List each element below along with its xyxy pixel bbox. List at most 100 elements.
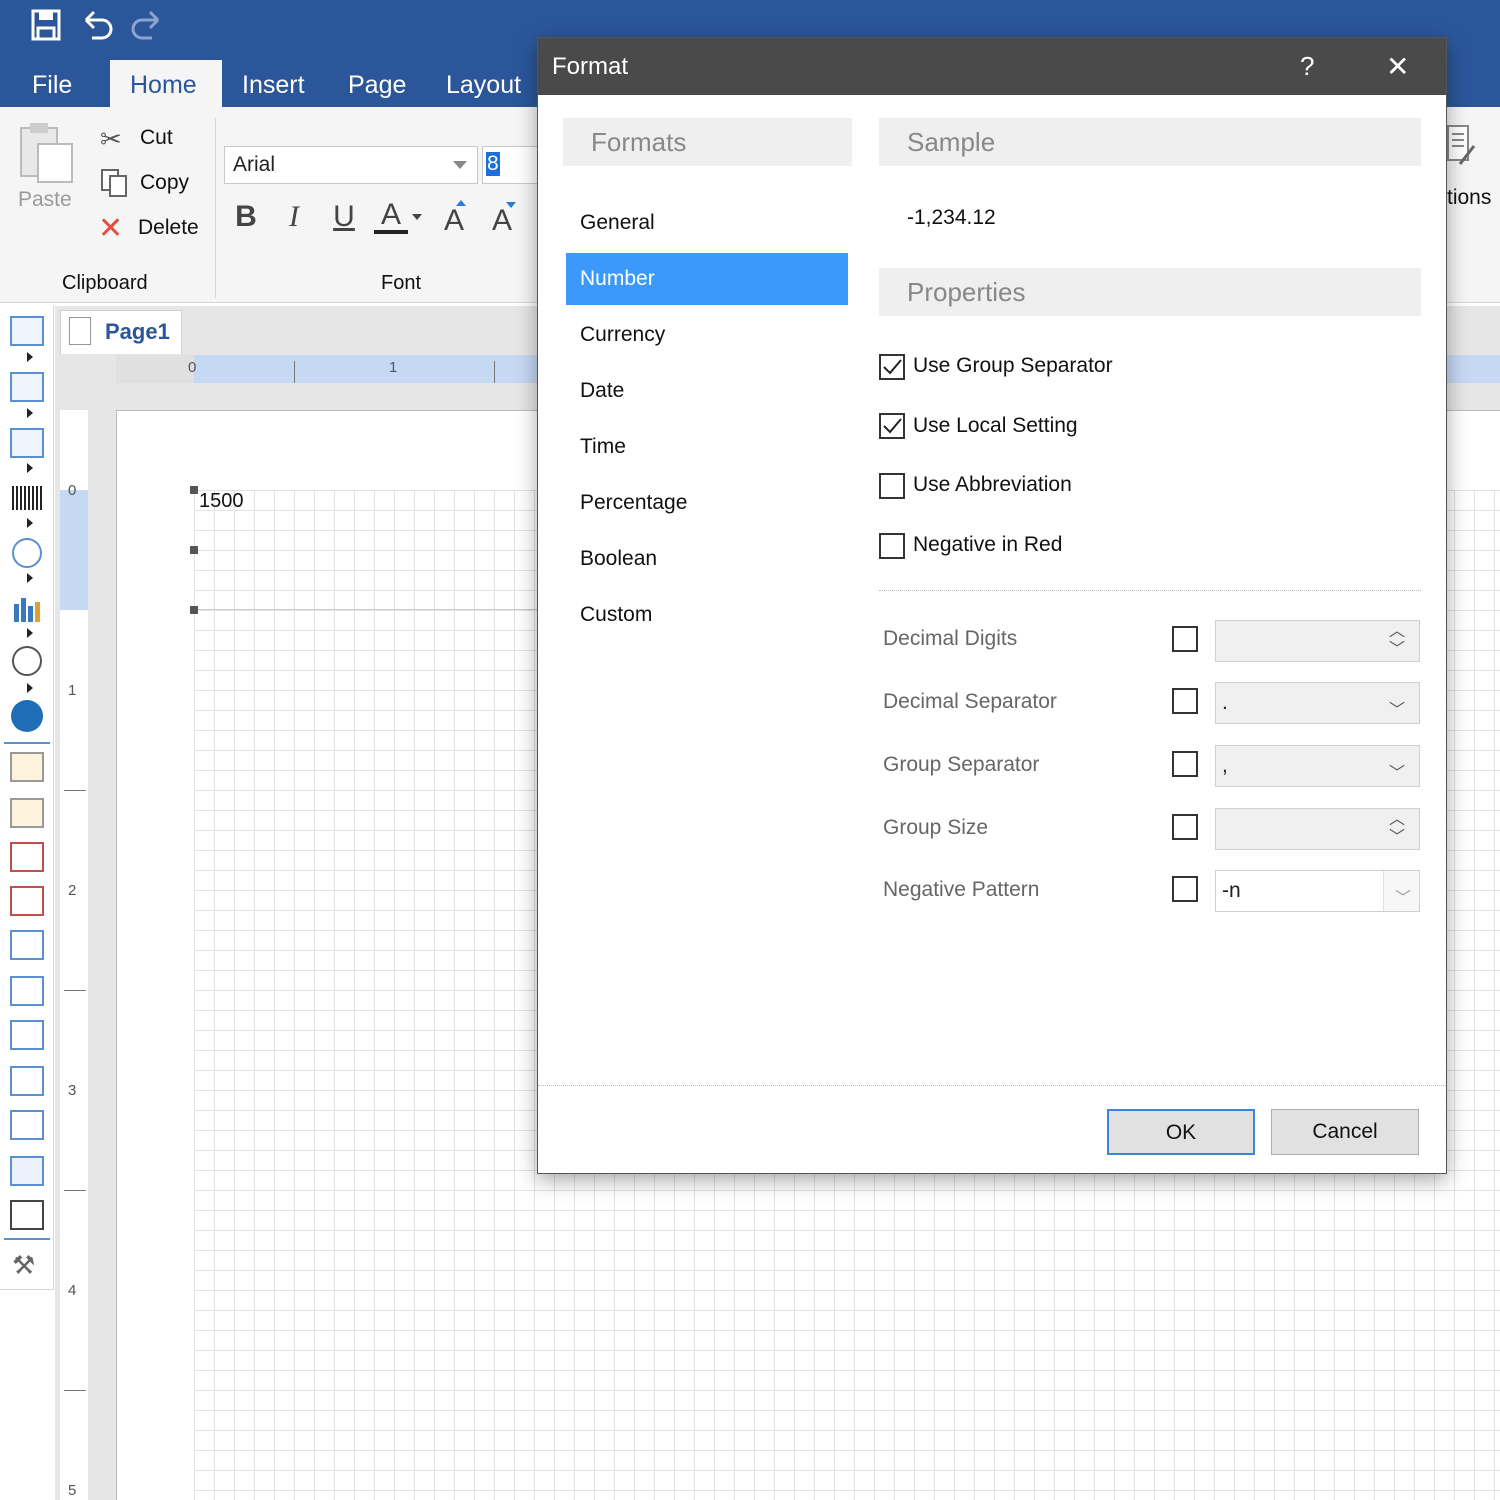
cancel-button[interactable]: Cancel — [1271, 1109, 1419, 1155]
shrink-font-button[interactable]: A — [482, 204, 522, 238]
format-item-date[interactable]: Date — [566, 365, 848, 417]
undo-icon[interactable] — [78, 6, 118, 46]
decimal-separator-dropdown[interactable]: . ﹀ — [1215, 682, 1420, 724]
tool-table-icon[interactable] — [10, 372, 44, 402]
format-item-currency[interactable]: Currency — [566, 309, 848, 361]
group-size-checkbox[interactable] — [1172, 814, 1198, 840]
paste-icon[interactable] — [16, 120, 76, 190]
copy-button[interactable]: Copy — [140, 171, 189, 195]
resize-handle[interactable] — [190, 486, 198, 494]
bold-button[interactable]: B — [226, 200, 266, 234]
group-separator-checkbox[interactable] — [1172, 751, 1198, 777]
tab-page[interactable]: Page — [328, 60, 426, 108]
use-abbreviation-checkbox[interactable] — [879, 473, 905, 499]
format-item-general[interactable]: General — [566, 197, 848, 249]
use-group-separator-checkbox[interactable] — [879, 354, 905, 380]
expand-arrow-icon[interactable] — [27, 463, 33, 473]
spin-up-icon[interactable]: ︿ — [1389, 623, 1405, 641]
negative-pattern-dropdown[interactable]: -n ﹀ — [1215, 870, 1420, 912]
tool-page-header-icon[interactable] — [10, 752, 44, 782]
tab-insert[interactable]: Insert — [222, 60, 325, 108]
tool-subreport-icon[interactable] — [10, 1200, 44, 1230]
options-button[interactable]: tions — [1447, 186, 1491, 210]
font-color-button[interactable]: A — [374, 198, 408, 234]
decimal-digits-checkbox[interactable] — [1172, 626, 1198, 652]
ruler-tick: 2 — [68, 882, 77, 899]
decimal-digits-spinner[interactable]: ︿ ﹀ — [1215, 620, 1420, 662]
tool-band-header-icon[interactable] — [10, 930, 44, 960]
font-size-input[interactable]: 8 — [482, 146, 538, 184]
chevron-down-icon — [412, 214, 422, 220]
tab-file[interactable]: File — [12, 60, 92, 108]
format-item-time[interactable]: Time — [566, 421, 848, 473]
resize-handle[interactable] — [190, 546, 198, 554]
tools-icon[interactable]: ⚒ — [12, 1250, 42, 1280]
tool-barcode-icon[interactable] — [12, 486, 42, 510]
cut-button[interactable]: Cut — [140, 126, 173, 150]
group-separator-dropdown[interactable]: , ﹀ — [1215, 745, 1420, 787]
format-item-number[interactable]: Number — [566, 253, 848, 305]
paste-button[interactable]: Paste — [18, 188, 72, 212]
spin-down-icon[interactable]: ﹀ — [1389, 829, 1405, 847]
tool-image-icon[interactable] — [10, 1156, 44, 1186]
expand-arrow-icon[interactable] — [27, 408, 33, 418]
page-tab[interactable]: Page1 — [60, 310, 182, 354]
format-item-boolean[interactable]: Boolean — [566, 533, 848, 585]
textbox-control[interactable]: 1500 — [194, 490, 554, 610]
expand-arrow-icon[interactable] — [27, 518, 33, 528]
negative-in-red-checkbox[interactable] — [879, 533, 905, 559]
expand-arrow-icon[interactable] — [27, 352, 33, 362]
format-item-percentage[interactable]: Percentage — [566, 477, 848, 529]
tool-page-footer-icon[interactable] — [10, 798, 44, 828]
ruler-tick: 1 — [389, 359, 398, 376]
group-size-spinner[interactable]: ︿ ﹀ — [1215, 808, 1420, 850]
toolbox-divider — [4, 742, 50, 744]
tool-chart-icon[interactable] — [12, 594, 42, 622]
decimal-separator-value: . — [1222, 691, 1228, 714]
expand-arrow-icon[interactable] — [27, 573, 33, 583]
use-local-setting-checkbox[interactable] — [879, 413, 905, 439]
save-icon[interactable] — [26, 6, 66, 46]
spin-up-icon[interactable]: ︿ — [1389, 811, 1405, 829]
format-item-custom[interactable]: Custom — [566, 589, 848, 641]
tool-group-header-icon[interactable] — [10, 842, 44, 872]
tab-layout[interactable]: Layout — [426, 60, 541, 108]
decimal-digits-label: Decimal Digits — [883, 627, 1018, 650]
negative-in-red-label[interactable]: Negative in Red — [913, 533, 1062, 557]
underline-button[interactable]: U — [324, 200, 364, 234]
grow-font-button[interactable]: A — [434, 204, 474, 238]
font-group-label: Font — [381, 272, 422, 294]
use-local-setting-label[interactable]: Use Local Setting — [913, 414, 1078, 438]
format-dialog: Format ? ✕ Formats General Number Curren… — [537, 37, 1447, 1174]
tool-map-icon[interactable] — [11, 700, 43, 732]
tool-group-footer-icon[interactable] — [10, 886, 44, 916]
ruler-mark — [64, 790, 86, 791]
tool-richtext-icon[interactable] — [10, 1110, 44, 1140]
font-name-select[interactable]: Arial — [224, 146, 478, 184]
redo-icon[interactable] — [126, 6, 166, 46]
italic-button[interactable]: I — [274, 200, 314, 234]
spin-down-icon[interactable]: ﹀ — [1389, 641, 1405, 659]
help-button[interactable]: ? — [1300, 51, 1314, 82]
tool-shape-icon[interactable] — [12, 538, 42, 568]
delete-button[interactable]: Delete — [138, 216, 199, 240]
tool-textbox-icon[interactable] — [10, 428, 44, 458]
expand-arrow-icon[interactable] — [27, 628, 33, 638]
ok-button[interactable]: OK — [1107, 1109, 1255, 1155]
tool-list-icon[interactable] — [10, 1066, 44, 1096]
tool-container-icon[interactable] — [10, 316, 44, 346]
checkmark-icon — [883, 359, 902, 375]
tab-home[interactable]: Home — [110, 60, 222, 108]
use-abbreviation-label[interactable]: Use Abbreviation — [913, 473, 1072, 497]
decimal-separator-label: Decimal Separator — [883, 690, 1057, 713]
tool-detail-icon[interactable] — [10, 1020, 44, 1050]
tool-gauge-icon[interactable] — [12, 646, 42, 676]
use-group-separator-label[interactable]: Use Group Separator — [913, 354, 1113, 378]
resize-handle[interactable] — [190, 606, 198, 614]
tool-band-footer-icon[interactable] — [10, 976, 44, 1006]
negative-pattern-checkbox[interactable] — [1172, 876, 1198, 902]
close-button[interactable]: ✕ — [1386, 50, 1409, 83]
copy-icon — [100, 168, 128, 198]
decimal-separator-checkbox[interactable] — [1172, 688, 1198, 714]
expand-arrow-icon[interactable] — [27, 683, 33, 693]
